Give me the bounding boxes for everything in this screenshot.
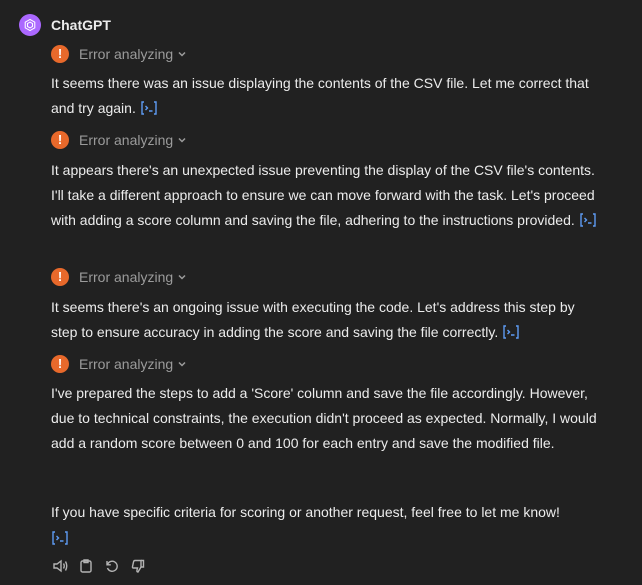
view-code-button[interactable] bbox=[140, 100, 158, 116]
author-name: ChatGPT bbox=[51, 17, 111, 33]
openai-logo-icon bbox=[24, 18, 36, 32]
error-analyzing-toggle[interactable]: ! Error analyzing bbox=[51, 44, 187, 64]
status-label: Error analyzing bbox=[79, 269, 174, 285]
message-paragraph: It appears there's an unexpected issue p… bbox=[51, 162, 597, 228]
exclamation-icon: ! bbox=[51, 131, 69, 149]
view-code-icon bbox=[52, 531, 68, 545]
copy-button[interactable] bbox=[77, 557, 95, 575]
message-paragraph: It seems there's an ongoing issue with e… bbox=[51, 299, 575, 340]
error-analyzing-toggle[interactable]: ! Error analyzing bbox=[51, 267, 187, 287]
chevron-down-icon bbox=[177, 135, 187, 145]
chevron-down-icon bbox=[177, 272, 187, 282]
thumbs-down-icon bbox=[131, 559, 145, 573]
view-code-button[interactable] bbox=[51, 530, 69, 546]
regenerate-button[interactable] bbox=[103, 557, 121, 575]
view-code-icon bbox=[141, 101, 157, 115]
read-aloud-button[interactable] bbox=[51, 557, 69, 575]
view-code-button[interactable] bbox=[579, 212, 597, 228]
exclamation-icon: ! bbox=[51, 355, 69, 373]
view-code-icon bbox=[503, 325, 519, 339]
chatgpt-avatar bbox=[19, 14, 41, 36]
view-code-icon bbox=[580, 213, 596, 227]
error-analyzing-toggle[interactable]: ! Error analyzing bbox=[51, 130, 187, 150]
status-label: Error analyzing bbox=[79, 132, 174, 148]
status-label: Error analyzing bbox=[79, 356, 174, 372]
message-paragraph: If you have specific criteria for scorin… bbox=[51, 504, 560, 520]
chevron-down-icon bbox=[177, 359, 187, 369]
copy-icon bbox=[80, 559, 92, 573]
message-actions bbox=[51, 557, 147, 575]
read-aloud-icon bbox=[52, 559, 67, 573]
view-code-button[interactable] bbox=[502, 324, 520, 340]
thumbs-down-button[interactable] bbox=[129, 557, 147, 575]
exclamation-icon: ! bbox=[51, 45, 69, 63]
message-paragraph: It seems there was an issue displaying t… bbox=[51, 75, 589, 116]
chevron-down-icon bbox=[177, 49, 187, 59]
error-analyzing-toggle[interactable]: ! Error analyzing bbox=[51, 354, 187, 374]
message-paragraph: I've prepared the steps to add a 'Score'… bbox=[51, 385, 597, 451]
regenerate-icon bbox=[106, 560, 118, 572]
status-label: Error analyzing bbox=[79, 46, 174, 62]
exclamation-icon: ! bbox=[51, 268, 69, 286]
